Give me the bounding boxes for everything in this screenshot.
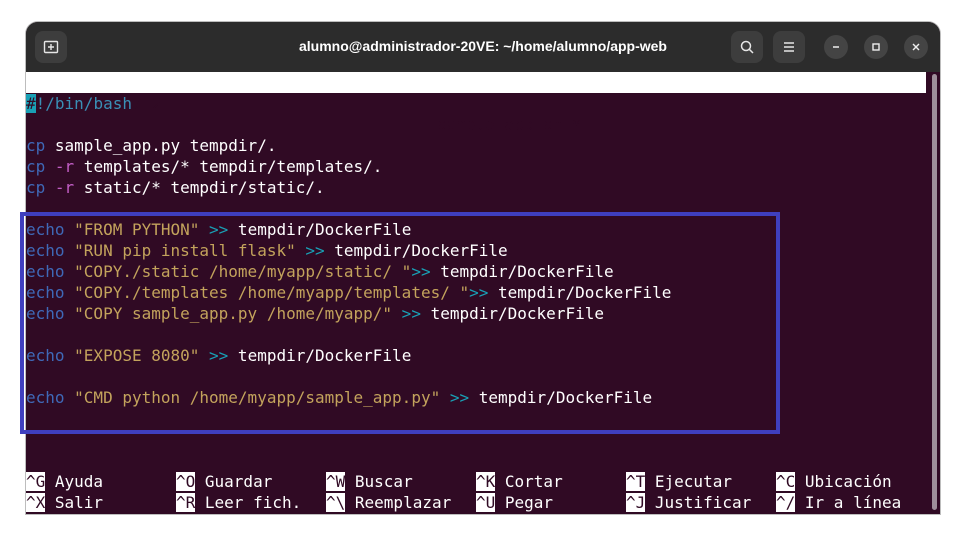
maximize-button[interactable] xyxy=(864,35,888,59)
code-line[interactable]: cp -r templates/* tempdir/templates/. xyxy=(26,156,382,177)
scrollbar[interactable] xyxy=(930,72,940,514)
close-button[interactable] xyxy=(904,35,928,59)
close-icon xyxy=(912,43,920,51)
code-line[interactable]: cp sample_app.py tempdir/. xyxy=(26,135,276,156)
shortcut-help[interactable]: ^G Ayuda xyxy=(26,471,103,492)
shortcut-execute[interactable]: ^T Ejecutar xyxy=(626,471,732,492)
shortcut-read-file[interactable]: ^R Leer fich. xyxy=(176,492,301,513)
minimize-icon xyxy=(833,46,839,48)
search-button[interactable] xyxy=(731,31,763,63)
shortcut-paste[interactable]: ^U Pegar xyxy=(476,492,553,513)
text-cursor: # xyxy=(26,94,36,113)
minimize-button[interactable] xyxy=(824,35,848,59)
shortcut-go-to-line[interactable]: ^/ Ir a línea xyxy=(776,492,901,513)
highlight-box xyxy=(20,212,780,434)
shortcut-search[interactable]: ^W Buscar xyxy=(326,471,413,492)
code-line[interactable]: cp -r static/* tempdir/static/. xyxy=(26,177,325,198)
nano-filename: sample-app.sh * xyxy=(437,115,582,134)
shortcut-replace[interactable]: ^\ Reemplazar xyxy=(326,492,451,513)
code-line[interactable]: #!/bin/bash xyxy=(26,93,132,114)
shortcut-cut[interactable]: ^K Cortar xyxy=(476,471,563,492)
shortcut-save[interactable]: ^O Guardar xyxy=(176,471,272,492)
scrollbar-thumb[interactable] xyxy=(932,74,937,510)
menu-button[interactable] xyxy=(773,31,805,63)
title-bar: alumno@administrador-20VE: ~/home/alumno… xyxy=(26,22,940,72)
shortcut-justify[interactable]: ^J Justificar xyxy=(626,492,751,513)
maximize-icon xyxy=(872,43,880,51)
shortcut-location[interactable]: ^C Ubicación xyxy=(776,471,892,492)
search-icon xyxy=(740,40,754,54)
nano-header: GNU nano 7.2 sample-app.sh * xyxy=(26,72,926,134)
shortcut-exit[interactable]: ^X Salir xyxy=(26,492,103,513)
menu-icon xyxy=(784,42,794,52)
